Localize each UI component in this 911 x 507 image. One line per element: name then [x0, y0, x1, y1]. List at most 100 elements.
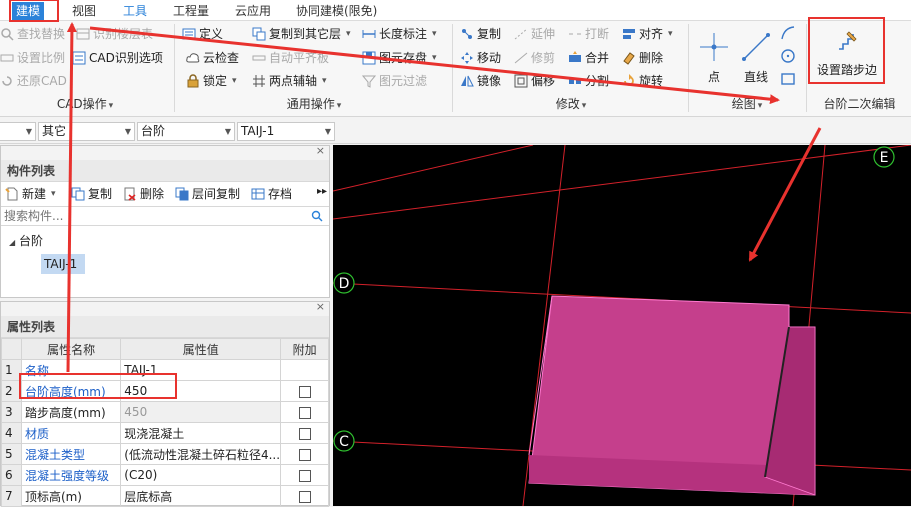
align-label: 对齐 — [639, 27, 664, 41]
menu-shitu[interactable]: 视图 — [68, 2, 100, 20]
extra-checkbox[interactable] — [298, 406, 311, 419]
save-element-icon — [362, 51, 376, 65]
rotate-button[interactable]: 旋转 — [622, 71, 663, 91]
menu-yunyingyong[interactable]: 云应用 — [231, 2, 275, 20]
arc-icon[interactable] — [780, 25, 796, 41]
element-filter-button[interactable]: 图元过滤 — [362, 71, 427, 91]
cad-group-label[interactable]: CAD操作 — [0, 95, 170, 113]
draw-group-label[interactable]: 绘图 — [692, 95, 802, 113]
copy-component-button[interactable]: 复制 — [71, 184, 112, 204]
tree-item-taij-1[interactable]: TAIJ-1 — [41, 254, 85, 274]
axis-bubble-e[interactable]: E — [873, 146, 895, 168]
length-dimension-button[interactable]: 长度标注 — [362, 24, 437, 44]
copy-component-label: 复制 — [88, 187, 113, 201]
cloud-check-button[interactable]: 云检查 — [186, 48, 239, 68]
copy-button[interactable]: 复制 — [460, 24, 501, 44]
copy-between-floors-button[interactable]: 层间复制 — [175, 184, 240, 204]
cad-options-button[interactable]: CAD识别选项 — [72, 48, 163, 68]
property-value[interactable]: 现浇混凝土 — [120, 422, 282, 444]
move-button[interactable]: 移动 — [460, 48, 501, 68]
property-value[interactable]: 450 — [120, 401, 282, 423]
table-row[interactable]: 5 混凝土类型 (低流动性混凝土碎石粒径4... — [1, 443, 329, 465]
extra-checkbox[interactable] — [298, 469, 311, 482]
property-value[interactable]: (低流动性混凝土碎石粒径4... — [120, 443, 282, 465]
close-icon[interactable]: × — [316, 144, 325, 157]
general-group-label[interactable]: 通用操作 — [178, 95, 450, 113]
chevron-down-icon: ▼ — [224, 127, 231, 136]
menu-gongju[interactable]: 工具 — [119, 2, 151, 20]
extend-label: 延伸 — [531, 27, 556, 41]
break-button[interactable]: 打断 — [568, 24, 609, 44]
modify-group-label[interactable]: 修改 — [456, 95, 686, 113]
dimension-icon — [362, 30, 376, 38]
merge-button[interactable]: 合并 — [568, 48, 609, 68]
find-replace-button[interactable]: 查找替换 — [0, 24, 65, 44]
expand-triangle-icon[interactable]: ◢ — [9, 238, 15, 247]
ribbon: 查找替换 识别楼层表 设置比例 CAD识别选项 还原CAD CAD操作 定义 复… — [0, 17, 911, 117]
copy-to-other-floor-button[interactable]: 复制到其它层 — [252, 24, 351, 44]
mirror-button[interactable]: 镜像 — [460, 71, 501, 91]
merge-label: 合并 — [585, 51, 610, 65]
break-label: 打断 — [585, 27, 610, 41]
close-icon[interactable]: × — [316, 300, 325, 313]
extra-checkbox[interactable] — [298, 490, 311, 503]
property-value[interactable]: 层底标高 — [120, 485, 282, 507]
circle-icon[interactable] — [780, 48, 796, 64]
step-edge-icon — [839, 31, 857, 50]
component-type-combo[interactable]: 台阶 ▼ — [137, 122, 235, 141]
menu-gongchengliang[interactable]: 工程量 — [169, 2, 213, 20]
set-scale-button[interactable]: 设置比例 — [0, 48, 65, 68]
extend-button[interactable]: 延伸 — [514, 24, 555, 44]
extra-checkbox[interactable] — [298, 427, 311, 440]
line-button[interactable]: 直线 — [738, 29, 774, 89]
delete-button[interactable]: 删除 — [622, 48, 663, 68]
split-icon — [569, 79, 581, 84]
table-row[interactable]: 6 混凝土强度等级 (C20) — [1, 464, 329, 486]
table-row[interactable]: 7 顶标高(m) 层底标高 — [1, 485, 329, 507]
point-button[interactable]: 点 — [696, 29, 732, 89]
define-button[interactable]: 定义 — [182, 24, 223, 44]
tree-root-item[interactable]: ◢ 台阶 — [9, 232, 43, 249]
identify-floor-table-button[interactable]: 识别楼层表 — [76, 24, 153, 44]
trim-button[interactable]: 修剪 — [514, 48, 555, 68]
component-combo[interactable]: TAIJ-1 ▼ — [237, 122, 335, 141]
split-button[interactable]: 分割 — [568, 71, 609, 91]
restore-cad-label: 还原CAD — [17, 74, 67, 88]
trim-icon — [514, 52, 528, 64]
component-type-combo-value: 台阶 — [141, 124, 166, 138]
extra-cell — [280, 485, 329, 507]
rectangle-icon[interactable] — [780, 71, 796, 87]
extra-checkbox[interactable] — [298, 448, 311, 461]
search-icon[interactable] — [311, 210, 323, 222]
new-button[interactable]: 新建 — [5, 184, 56, 204]
delete-component-button[interactable]: 删除 — [123, 184, 164, 204]
chevron-down-icon: ▼ — [324, 127, 331, 136]
floor-combo[interactable]: ▼ — [0, 122, 36, 141]
extra-checkbox[interactable] — [298, 385, 311, 398]
3d-viewport[interactable]: E D C — [333, 145, 911, 506]
restore-cad-button[interactable]: 还原CAD — [0, 71, 67, 91]
viewport-canvas[interactable]: E D C — [333, 145, 911, 506]
search-input[interactable] — [1, 207, 301, 225]
menu-jianmo[interactable]: 建模 — [12, 2, 45, 20]
property-name: 混凝土强度等级 — [20, 464, 122, 486]
offset-button[interactable]: 偏移 — [514, 71, 555, 91]
set-step-edge-button[interactable]: 设置踏步边 — [811, 23, 883, 81]
property-value[interactable]: (C20) — [120, 464, 282, 486]
align-button[interactable]: 对齐 — [622, 24, 673, 44]
category-combo[interactable]: 其它 ▼ — [38, 122, 135, 141]
search-box[interactable] — [1, 206, 329, 226]
table-row[interactable]: 4 材质 现浇混凝土 — [1, 422, 329, 444]
element-save-button[interactable]: 图元存盘 — [362, 48, 437, 68]
menu-xietong[interactable]: 协同建模(限免) — [292, 2, 381, 20]
eraser-icon — [623, 52, 635, 65]
more-icon[interactable]: ▸▸ — [317, 186, 327, 197]
auto-align-slab-button[interactable]: 自动平齐板 — [252, 48, 329, 68]
two-point-axis-button[interactable]: 两点辅轴 — [252, 71, 327, 91]
archive-button[interactable]: 存档 — [251, 184, 292, 204]
axis-bubble-d[interactable]: D — [333, 272, 355, 294]
lock-button[interactable]: 锁定 — [186, 71, 237, 91]
table-row[interactable]: 3 踏步高度(mm) 450 — [1, 401, 329, 423]
panel-titlebar: × — [1, 144, 329, 160]
axis-bubble-c[interactable]: C — [333, 430, 355, 452]
